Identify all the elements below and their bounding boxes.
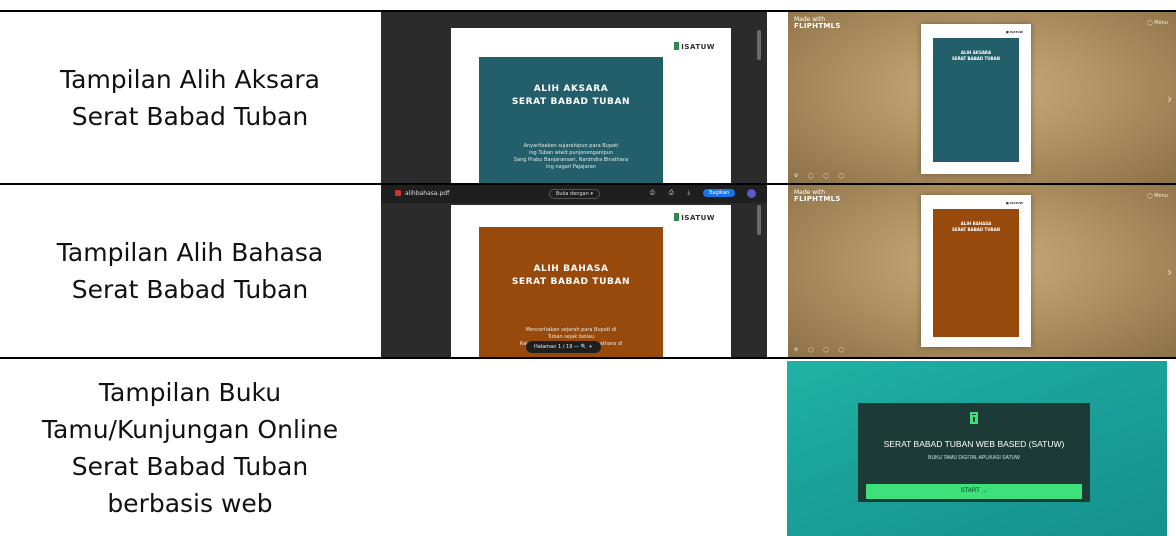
cover-title: SERAT BABAD TUBAN xyxy=(511,277,631,287)
file-name: alihbahasa.pdf xyxy=(395,190,449,197)
next-page-icon[interactable]: › xyxy=(1167,265,1172,279)
fliphtml5-logo: Made with FLIPHTML5 xyxy=(794,16,841,30)
cover-text: Menceritakan sejarah para Bupati di xyxy=(525,327,617,333)
cover-title: SERAT BABAD TUBAN xyxy=(511,97,631,107)
label-line: Tampilan Alih Bahasa xyxy=(56,238,324,267)
screenshot-alih-aksara-pdf: ISATUW ALIH AKSARA SERAT BABAD TUBAN Any… xyxy=(381,12,767,183)
book-cover: ALIH AKSARA SERAT BABAD TUBAN Anyaritaak… xyxy=(479,57,663,183)
label-line: Serat Babad Tuban xyxy=(71,101,309,131)
flipbook-page: ■ ISATUW ALIH AKSARA SERAT BABAD TUBAN xyxy=(921,24,1031,174)
satuw-logo: ■ ISATUW xyxy=(1005,30,1023,34)
guestbook-card: SERAT BABAD TUBAN WEB BASED (SATUW) BUKU… xyxy=(858,403,1090,502)
fliphtml5-logo: Made with FLIPHTML5 xyxy=(794,189,841,203)
cover-text: Anyaritaaken sujarahipun para Bupati xyxy=(523,143,619,149)
label-line: berbasis web xyxy=(107,488,273,518)
cover-title: SERAT BABAD TUBAN xyxy=(951,56,1001,61)
cover-text: ing Tuban wiwit punjenenganipun xyxy=(529,150,613,156)
screenshot-guestbook: SERAT BABAD TUBAN WEB BASED (SATUW) BUKU… xyxy=(787,361,1167,536)
label-line: Serat Babad Tuban xyxy=(71,275,309,304)
label-line: Tampilan Alih Aksara xyxy=(60,64,320,94)
scrollbar[interactable] xyxy=(757,30,761,60)
flipbook-page: ■ ISATUW ALIH BAHASA SERAT BABAD TUBAN xyxy=(921,195,1031,347)
label-line: Tamu/Kunjungan Online xyxy=(41,414,339,444)
pdf-toolbar: alihbahasa.pdf Buka dengan ▾ ⎙ ⎙ ⤓ ⋮ Bag… xyxy=(381,185,767,203)
screenshot-alih-bahasa-pdf: alihbahasa.pdf Buka dengan ▾ ⎙ ⎙ ⤓ ⋮ Bag… xyxy=(381,185,767,357)
satuw-logo: ISATUW xyxy=(674,42,715,51)
open-with-button[interactable]: Buka dengan ▾ xyxy=(549,189,600,199)
pdf-page: ISATUW ALIH BAHASA SERAT BABAD TUBAN Men… xyxy=(451,205,731,357)
row-label-alih-aksara: Tampilan Alih Aksara Serat Babad Tuban xyxy=(0,12,380,183)
screenshot-alih-bahasa-flipbook: Made with FLIPHTML5 ◯ Menu › ■ ISATUW ALI… xyxy=(788,185,1176,357)
guestbook-subtitle: BUKU TAMU DIGITAL APLIKASI SATUW xyxy=(928,455,1020,461)
menu-button[interactable]: ◯ Menu xyxy=(1147,193,1168,199)
label-line: Serat Babad Tuban xyxy=(71,451,309,481)
screenshot-alih-aksara-flipbook: Made with FLIPHTML5 ◯ Menu › ■ ISATUW ALI… xyxy=(788,12,1176,183)
cover-text: ing nagari Pajajaran xyxy=(546,164,596,170)
avatar[interactable] xyxy=(747,189,756,198)
start-button[interactable]: START → xyxy=(866,484,1082,499)
flipbook-toolbar[interactable]: ⚙ ◯ ◯ ◯ xyxy=(794,347,848,353)
cover-text: Tuban sejak beliau xyxy=(547,334,595,340)
page-navigation[interactable]: Halaman 1 / 19 — 🔍 + xyxy=(526,341,601,353)
cover-text: Sang Prabu Banjaransari, Nardndra Binath… xyxy=(513,157,629,163)
menu-button[interactable]: ◯ Menu xyxy=(1147,20,1168,26)
book-cover: ALIH BAHASA SERAT BABAD TUBAN xyxy=(933,209,1019,337)
guestbook-title: SERAT BABAD TUBAN WEB BASED (SATUW) xyxy=(883,439,1065,449)
row-label-alih-bahasa: Tampilan Alih Bahasa Serat Babad Tuban xyxy=(0,185,380,357)
book-icon xyxy=(970,412,978,424)
book-cover: ALIH BAHASA SERAT BABAD TUBAN Menceritak… xyxy=(479,227,663,357)
pdf-page: ISATUW ALIH AKSARA SERAT BABAD TUBAN Any… xyxy=(451,28,731,183)
cover-title: ALIH BAHASA xyxy=(533,264,609,274)
satuw-logo: ■ ISATUW xyxy=(1005,201,1023,205)
cover-title: SERAT BABAD TUBAN xyxy=(951,227,1001,232)
row-label-buku-tamu: Tampilan Buku Tamu/Kunjungan Online Sera… xyxy=(0,359,380,536)
label-line: Tampilan Buku xyxy=(98,377,282,407)
cover-title: ALIH AKSARA xyxy=(533,84,609,94)
pdf-file-icon xyxy=(395,190,401,196)
scrollbar[interactable] xyxy=(757,205,761,235)
satuw-logo: ISATUW xyxy=(674,213,715,222)
share-button[interactable]: Bagikan xyxy=(703,189,736,197)
book-cover: ALIH AKSARA SERAT BABAD TUBAN xyxy=(933,38,1019,162)
next-page-icon[interactable]: › xyxy=(1167,92,1172,106)
flipbook-toolbar[interactable]: ⚙ ◯ ◯ ◯ xyxy=(794,173,848,179)
